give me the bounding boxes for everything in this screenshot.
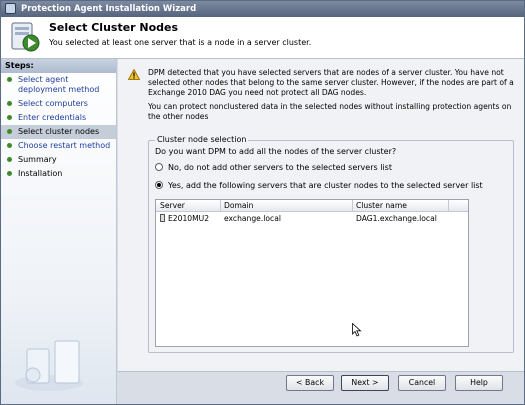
step-label: Enter credentials [18,113,87,122]
column-header-domain[interactable]: Domain [224,201,253,210]
step-bullet-icon [7,101,12,106]
column-divider[interactable] [352,200,353,212]
step-select-cluster-nodes: Select cluster nodes [1,125,116,139]
step-label: Select computers [18,99,88,108]
step-bullet-icon [7,157,12,162]
step-bullet-icon [7,115,12,120]
column-divider[interactable] [220,200,221,212]
server-cell: E2010MU2 [160,214,209,223]
step-choose-restart-method[interactable]: Choose restart method [1,139,116,153]
app-icon [5,3,16,14]
column-divider[interactable] [448,200,449,212]
step-installation: Installation [1,167,116,181]
server-name: E2010MU2 [168,214,210,223]
column-header-cluster-name[interactable]: Cluster name [356,201,407,210]
window-title: Protection Agent Installation Wizard [21,4,197,14]
cluster-warning-text: DPM detected that you have selected serv… [148,68,514,97]
radio-yes-add-servers[interactable]: Yes, add the following servers that are … [155,181,483,190]
main-content: DPM detected that you have selected serv… [118,59,524,371]
warning-icon [128,69,140,80]
steps-sidebar: Steps: Select agent deployment method Se… [1,59,117,404]
back-button[interactable]: < Back [286,375,334,391]
page-title: Select Cluster Nodes [49,21,179,34]
domain-cell: exchange.local [224,214,281,223]
cluster-question: Do you want DPM to add all the nodes of … [155,147,397,156]
wizard-window: Protection Agent Installation Wizard Sel… [0,0,525,405]
decorative-servers-illustration [15,340,83,391]
step-summary: Summary [1,153,116,167]
table-row[interactable]: E2010MU2 exchange.local DAG1.exchange.lo… [156,213,468,225]
page-subtitle: You selected at least one server that is… [49,38,312,47]
step-bullet-icon [7,77,12,82]
radio-button[interactable] [155,163,163,171]
column-header-server[interactable]: Server [160,201,185,210]
radio-label: Yes, add the following servers that are … [168,181,483,190]
server-wizard-icon [11,22,40,52]
server-icon [160,214,165,222]
title-bar[interactable]: Protection Agent Installation Wizard [1,1,524,17]
cluster-node-selection-group: Cluster node selection Do you want DPM t… [148,135,514,353]
nonclustered-info-text: You can protect nonclustered data in the… [148,102,512,121]
mouse-cursor-icon [352,323,362,337]
step-bullet-icon [7,143,12,148]
radio-no-add-servers[interactable]: No, do not add other servers to the sele… [155,163,392,172]
step-label: Select agent deployment method [18,75,100,94]
step-label: Choose restart method [18,141,111,150]
cancel-button[interactable]: Cancel [398,375,446,391]
radio-button-selected[interactable] [155,181,163,189]
step-bullet-icon [7,129,12,134]
help-button[interactable]: Help [455,375,503,391]
steps-heading: Steps: [1,59,116,73]
next-button[interactable]: Next > [341,375,389,391]
step-enter-credentials[interactable]: Enter credentials [1,111,116,125]
step-bullet-icon [7,171,12,176]
step-select-computers[interactable]: Select computers [1,97,116,111]
cluster-name-cell: DAG1.exchange.local [356,214,437,223]
step-label: Summary [18,155,57,164]
wizard-header: Select Cluster Nodes You selected at lea… [1,17,524,59]
step-label: Select cluster nodes [18,127,100,136]
cluster-nodes-list[interactable]: Server Domain Cluster name E2010MU2 exch… [155,199,469,347]
list-header: Server Domain Cluster name [156,200,468,212]
group-legend: Cluster node selection [155,135,249,144]
step-select-agent-deployment-method[interactable]: Select agent deployment method [1,73,116,97]
radio-label: No, do not add other servers to the sele… [168,163,392,172]
wizard-footer: < Back Next > Cancel Help [118,371,524,404]
step-label: Installation [18,169,63,178]
